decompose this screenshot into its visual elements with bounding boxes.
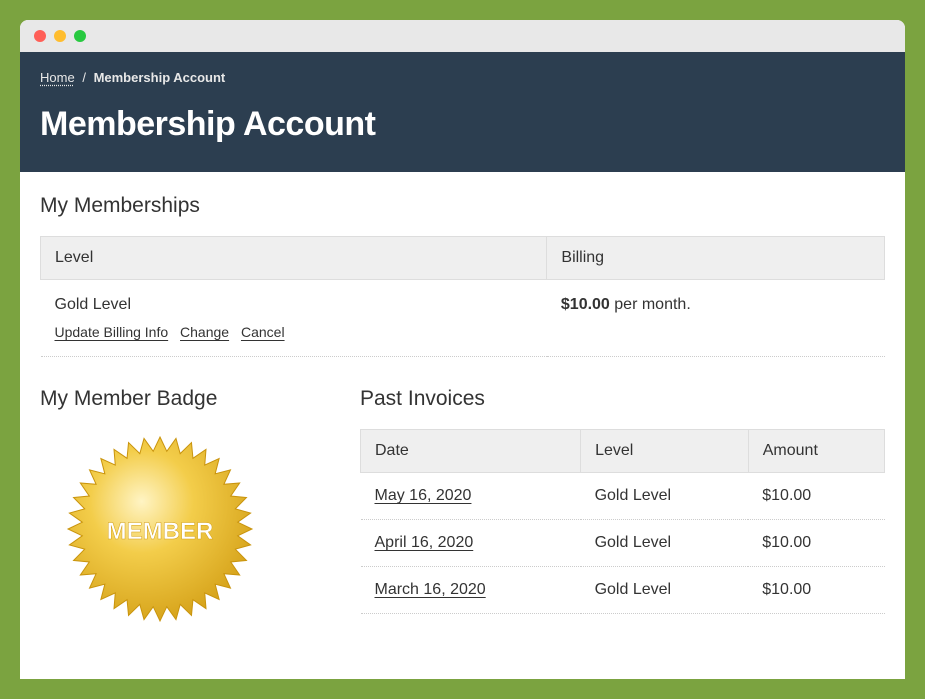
invoice-level: Gold Level [581, 520, 749, 567]
badge-heading: My Member Badge [40, 387, 320, 411]
invoice-row: April 16, 2020 Gold Level $10.00 [361, 520, 885, 567]
breadcrumb-current: Membership Account [94, 70, 226, 85]
billing-amount: $10.00 [561, 296, 610, 313]
invoices-col-date: Date [361, 430, 581, 473]
invoices-table: Date Level Amount May 16, 2020 Gold Leve… [360, 429, 885, 614]
breadcrumb-separator: / [82, 70, 86, 85]
invoices-col-amount: Amount [748, 430, 884, 473]
memberships-col-billing: Billing [547, 237, 885, 280]
memberships-table: Level Billing Gold Level Update Billing … [40, 236, 885, 357]
memberships-col-level: Level [41, 237, 547, 280]
breadcrumb: Home / Membership Account [40, 70, 885, 85]
membership-row-actions: Update Billing Info Change Cancel [55, 324, 293, 340]
member-badge-icon: MEMBER [60, 429, 260, 629]
invoice-level: Gold Level [581, 567, 749, 614]
minimize-icon[interactable] [54, 30, 66, 42]
badge-text: MEMBER [107, 518, 214, 545]
change-link[interactable]: Change [180, 324, 229, 340]
update-billing-link[interactable]: Update Billing Info [55, 324, 169, 340]
invoice-amount: $10.00 [748, 520, 884, 567]
invoice-row: May 16, 2020 Gold Level $10.00 [361, 473, 885, 520]
maximize-icon[interactable] [74, 30, 86, 42]
invoice-level: Gold Level [581, 473, 749, 520]
page-header: Home / Membership Account Membership Acc… [20, 52, 905, 172]
invoice-date-link[interactable]: May 16, 2020 [375, 487, 472, 504]
page-title: Membership Account [40, 105, 885, 144]
breadcrumb-home-link[interactable]: Home [40, 70, 75, 85]
invoices-col-level: Level [581, 430, 749, 473]
app-window: Home / Membership Account Membership Acc… [20, 20, 905, 679]
memberships-heading: My Memberships [40, 194, 885, 218]
close-icon[interactable] [34, 30, 46, 42]
membership-billing-cell: $10.00 per month. [547, 280, 885, 357]
invoice-row: March 16, 2020 Gold Level $10.00 [361, 567, 885, 614]
invoices-section: Past Invoices Date Level Amount May 16, … [360, 387, 885, 629]
cancel-link[interactable]: Cancel [241, 324, 285, 340]
invoice-amount: $10.00 [748, 567, 884, 614]
window-titlebar [20, 20, 905, 52]
invoices-heading: Past Invoices [360, 387, 885, 411]
invoice-date-link[interactable]: April 16, 2020 [375, 534, 474, 551]
invoice-amount: $10.00 [748, 473, 884, 520]
billing-suffix: per month. [610, 296, 691, 313]
badge-section: My Member Badge MEMB [40, 387, 320, 629]
page-content: My Memberships Level Billing Gold Level … [20, 172, 905, 679]
membership-level-name: Gold Level [55, 296, 533, 314]
membership-row: Gold Level Update Billing Info Change Ca… [41, 280, 885, 357]
invoice-date-link[interactable]: March 16, 2020 [375, 581, 486, 598]
